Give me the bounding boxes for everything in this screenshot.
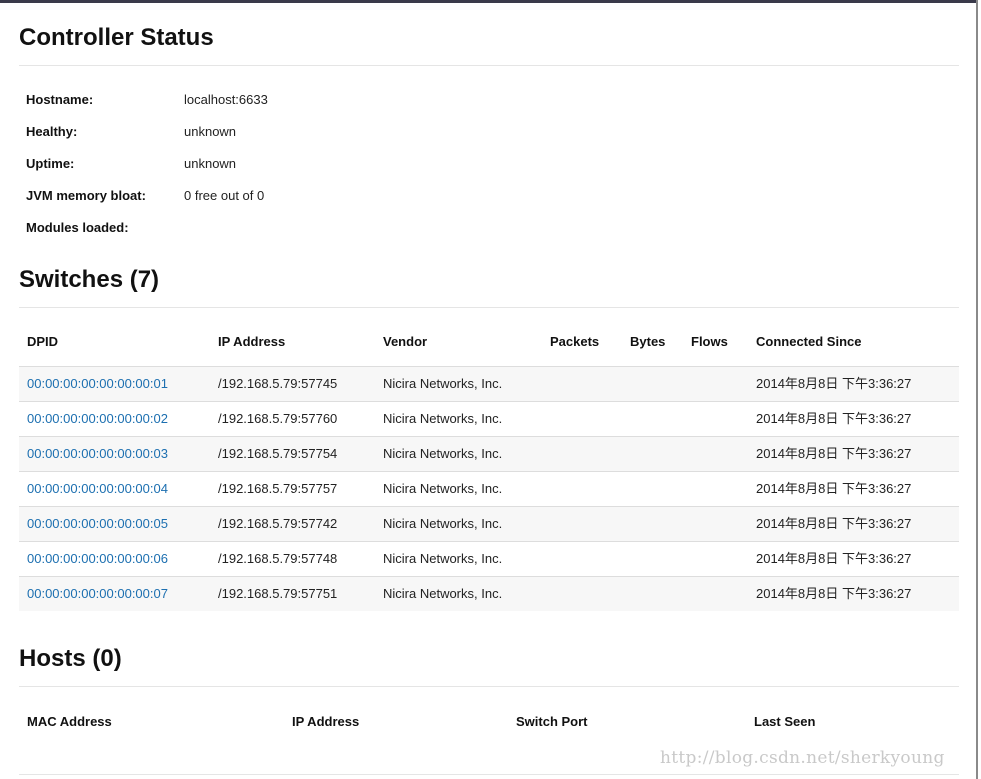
connected-since-cell: 2014年8月8日 下午3:36:27 [756, 586, 912, 601]
vendor-cell: Nicira Networks, Inc. [383, 516, 503, 531]
connected-since-cell: 2014年8月8日 下午3:36:27 [756, 551, 912, 566]
watermark-text: http://blog.csdn.net/sherkyoung [660, 748, 945, 768]
switches-table-header: DPID IP Address Vendor Packets Bytes Flo… [19, 320, 959, 366]
column-header-bytes: Bytes [630, 334, 666, 349]
connected-since-cell: 2014年8月8日 下午3:36:27 [756, 446, 912, 461]
window-right-border [976, 0, 978, 779]
uptime-label: Uptime: [26, 156, 75, 171]
switches-table: DPID IP Address Vendor Packets Bytes Flo… [19, 320, 959, 611]
dpid-link[interactable]: 00:00:00:00:00:00:00:02 [27, 411, 168, 426]
controller-status-title: Controller Status [19, 24, 214, 51]
vendor-cell: Nicira Networks, Inc. [383, 376, 503, 391]
jvm-memory-value: 0 free out of 0 [184, 188, 265, 203]
window-top-border [0, 0, 978, 3]
table-row: 00:00:00:00:00:00:00:02 /192.168.5.79:57… [19, 401, 959, 436]
dpid-link[interactable]: 00:00:00:00:00:00:00:01 [27, 376, 168, 391]
ip-address-cell: /192.168.5.79:57742 [218, 516, 338, 531]
ip-address-cell: /192.168.5.79:57745 [218, 376, 338, 391]
connected-since-cell: 2014年8月8日 下午3:36:27 [756, 376, 912, 391]
switches-title: Switches (7) [19, 266, 160, 293]
dpid-cell: 00:00:00:00:00:00:00:01 [27, 367, 168, 401]
column-header-vendor: Vendor [383, 334, 428, 349]
column-header-mac-address: MAC Address [27, 714, 112, 729]
table-row: 00:00:00:00:00:00:00:06 /192.168.5.79:57… [19, 541, 959, 576]
vendor-cell: Nicira Networks, Inc. [383, 551, 503, 566]
divider [19, 686, 959, 687]
dpid-link[interactable]: 00:00:00:00:00:00:00:04 [27, 481, 168, 496]
ip-address-cell: /192.168.5.79:57757 [218, 481, 338, 496]
hosts-table: MAC Address IP Address Switch Port Last … [19, 700, 959, 746]
column-header-packets: Packets [550, 334, 600, 349]
ip-address-cell: /192.168.5.79:57760 [218, 411, 338, 426]
dpid-cell: 00:00:00:00:00:00:00:02 [27, 402, 168, 436]
dpid-cell: 00:00:00:00:00:00:00:05 [27, 507, 168, 541]
hosts-title: Hosts (0) [19, 645, 122, 672]
ip-address-cell: /192.168.5.79:57748 [218, 551, 338, 566]
dpid-link[interactable]: 00:00:00:00:00:00:00:03 [27, 446, 168, 461]
vendor-cell: Nicira Networks, Inc. [383, 446, 503, 461]
hosts-table-header: MAC Address IP Address Switch Port Last … [19, 700, 959, 746]
column-header-last-seen: Last Seen [754, 714, 816, 729]
table-row: 00:00:00:00:00:00:00:07 /192.168.5.79:57… [19, 576, 959, 611]
vendor-cell: Nicira Networks, Inc. [383, 586, 503, 601]
table-row: 00:00:00:00:00:00:00:03 /192.168.5.79:57… [19, 436, 959, 471]
ip-address-cell: /192.168.5.79:57751 [218, 586, 338, 601]
dpid-link[interactable]: 00:00:00:00:00:00:00:07 [27, 586, 168, 601]
dpid-cell: 00:00:00:00:00:00:00:04 [27, 472, 168, 506]
dpid-link[interactable]: 00:00:00:00:00:00:00:06 [27, 551, 168, 566]
connected-since-cell: 2014年8月8日 下午3:36:27 [756, 411, 912, 426]
ip-address-cell: /192.168.5.79:57754 [218, 446, 338, 461]
jvm-memory-label: JVM memory bloat: [26, 188, 146, 203]
table-row: 00:00:00:00:00:00:00:01 /192.168.5.79:57… [19, 366, 959, 401]
connected-since-cell: 2014年8月8日 下午3:36:27 [756, 516, 912, 531]
divider [19, 65, 959, 66]
vendor-cell: Nicira Networks, Inc. [383, 411, 503, 426]
table-row: 00:00:00:00:00:00:00:05 /192.168.5.79:57… [19, 506, 959, 541]
healthy-label: Healthy: [26, 124, 78, 139]
divider [19, 307, 959, 308]
column-header-dpid: DPID [27, 334, 59, 349]
dpid-link[interactable]: 00:00:00:00:00:00:00:05 [27, 516, 168, 531]
vendor-cell: Nicira Networks, Inc. [383, 481, 503, 496]
healthy-value: unknown [184, 124, 237, 139]
table-row: 00:00:00:00:00:00:00:04 /192.168.5.79:57… [19, 471, 959, 506]
column-header-ip-address: IP Address [292, 714, 360, 729]
hostname-label: Hostname: [26, 92, 94, 107]
column-header-flows: Flows [691, 334, 728, 349]
divider [19, 774, 959, 775]
column-header-switch-port: Switch Port [516, 714, 588, 729]
uptime-value: unknown [184, 156, 237, 171]
dpid-cell: 00:00:00:00:00:00:00:03 [27, 437, 168, 471]
connected-since-cell: 2014年8月8日 下午3:36:27 [756, 481, 912, 496]
dpid-cell: 00:00:00:00:00:00:00:06 [27, 542, 168, 576]
hostname-value: localhost:6633 [184, 92, 268, 107]
dpid-cell: 00:00:00:00:00:00:00:07 [27, 577, 168, 611]
column-header-connected-since: Connected Since [756, 334, 862, 349]
column-header-ip-address: IP Address [218, 334, 286, 349]
modules-loaded-label: Modules loaded: [26, 220, 129, 235]
